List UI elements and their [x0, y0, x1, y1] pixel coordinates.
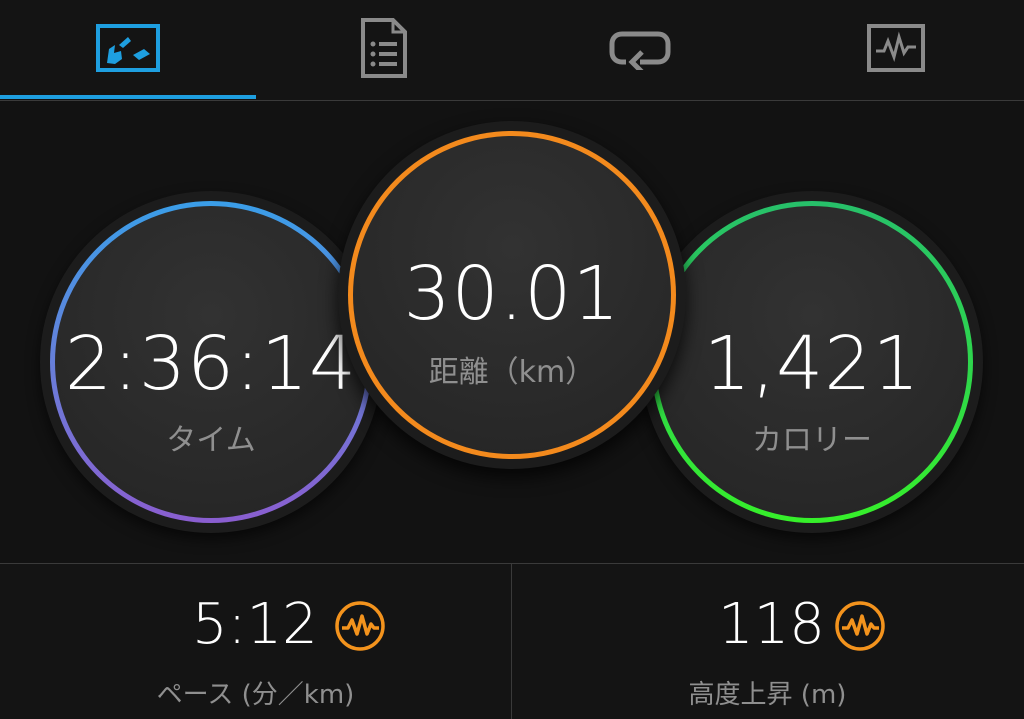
- calories-label: カロリー: [752, 423, 872, 458]
- tab-bar: [0, 0, 1024, 101]
- elevation-value: 118: [718, 592, 825, 657]
- tab-details[interactable]: [256, 0, 512, 96]
- metric-circles: 2:36:14 タイム 1,421 カロリー 30.01 距離（km）: [0, 101, 1024, 563]
- calories-circle[interactable]: 1,421 カロリー: [641, 191, 983, 533]
- pace-value: 5:12: [192, 592, 318, 657]
- tab-charts[interactable]: [768, 0, 1024, 96]
- active-tab-indicator: [0, 95, 256, 99]
- tab-overview[interactable]: [0, 0, 256, 96]
- time-circle[interactable]: 2:36:14 タイム: [40, 191, 382, 533]
- heart-rate-zone-icon: [835, 601, 885, 651]
- elevation-stat[interactable]: 118 高度上昇 (m): [512, 564, 1023, 719]
- activity-chart-icon: [867, 24, 925, 72]
- map-icon: [96, 24, 160, 72]
- distance-label: 距離（km）: [428, 355, 596, 390]
- loop-arrow-icon: [609, 31, 671, 70]
- pace-stat[interactable]: 5:12 ペース (分／km): [0, 564, 511, 719]
- heart-rate-zone-icon: [335, 601, 385, 651]
- pace-label: ペース (分／km): [156, 680, 355, 710]
- calories-value: 1,421: [703, 321, 921, 407]
- distance-value: 30.01: [403, 251, 621, 337]
- bottom-stats: 5:12 ペース (分／km) 118 高度上昇 (m): [0, 563, 1024, 719]
- document-list-icon: [361, 18, 407, 78]
- tab-laps[interactable]: [512, 0, 768, 96]
- elevation-label: 高度上昇 (m): [688, 680, 847, 710]
- time-label: タイム: [166, 423, 256, 458]
- distance-circle[interactable]: 30.01 距離（km）: [338, 121, 686, 469]
